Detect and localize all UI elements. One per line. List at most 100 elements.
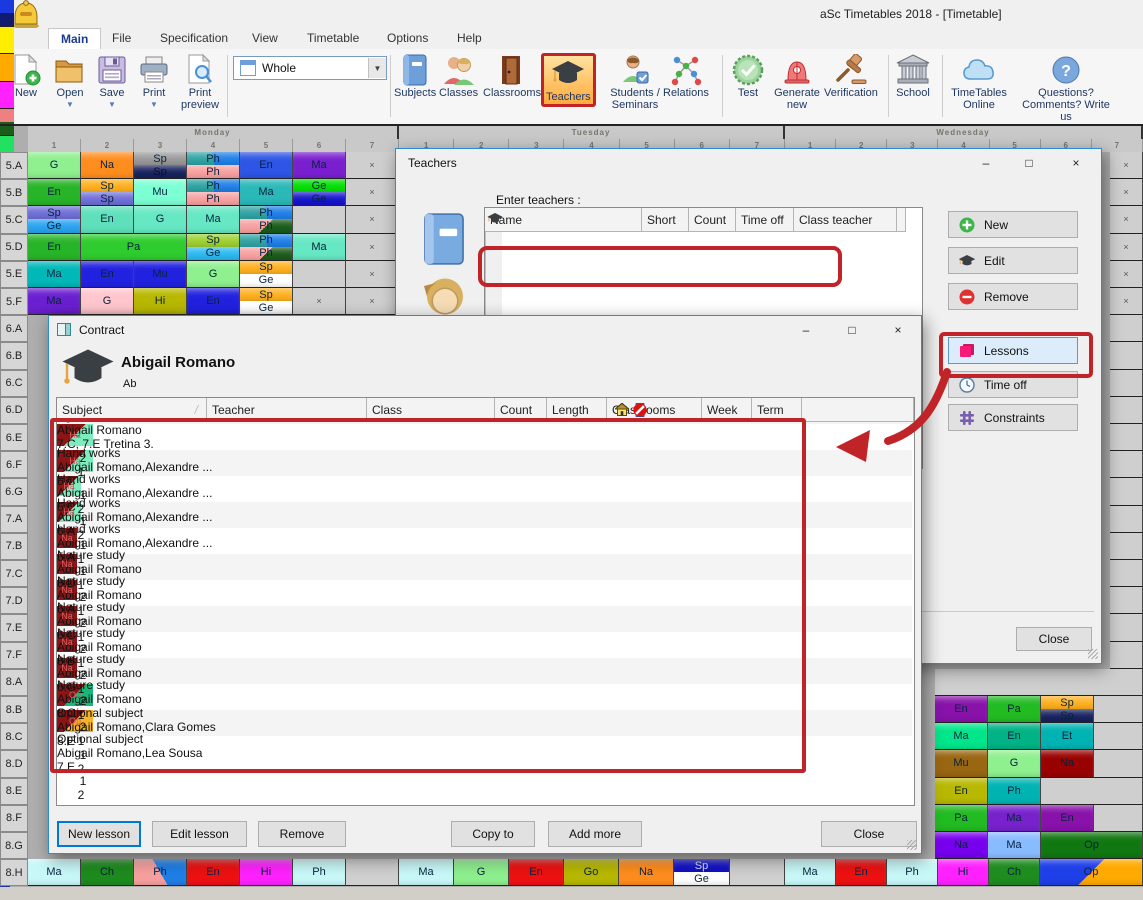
timetable-cell[interactable]: G — [988, 750, 1041, 777]
maximize-button[interactable]: □ — [1014, 153, 1044, 173]
timetable-cell[interactable]: Na — [1041, 750, 1094, 777]
column-header-teacher[interactable]: Teacher — [207, 398, 367, 422]
row-label[interactable]: 8.B — [0, 696, 28, 723]
resize-grip[interactable] — [1088, 649, 1098, 659]
row-label[interactable]: 7.C — [0, 560, 28, 587]
row-label[interactable]: 5.A — [0, 152, 28, 179]
timetable-cell[interactable]: G — [187, 261, 240, 288]
timetable-cell[interactable] — [1094, 723, 1143, 750]
timetable-cell[interactable]: Ma — [240, 179, 293, 206]
timetable-cell[interactable] — [0, 109, 14, 136]
timetable-cell[interactable]: PhPh — [240, 234, 293, 261]
timetable-cell[interactable] — [730, 859, 785, 886]
timetable-cell[interactable]: En — [935, 696, 988, 723]
column-header-class[interactable]: Class — [367, 398, 495, 422]
timetable-cell[interactable]: En — [1041, 805, 1094, 832]
row-label[interactable]: 8.C — [0, 723, 28, 750]
timetable-cell[interactable] — [1110, 424, 1143, 451]
timetable-cell[interactable]: Ma — [28, 859, 81, 886]
timetable-cell[interactable]: × — [1110, 179, 1143, 206]
timetable-cell[interactable]: G — [134, 206, 187, 233]
timetable-cell[interactable]: Ma — [399, 859, 454, 886]
timetable-cell[interactable]: En — [187, 859, 240, 886]
timetable-cell[interactable]: En — [28, 179, 81, 206]
row-label[interactable]: 8.F — [0, 805, 28, 832]
timetable-cell[interactable]: En — [28, 234, 81, 261]
timetable-cell[interactable]: Hi — [938, 859, 989, 886]
timetable-cell[interactable]: Et — [1041, 723, 1094, 750]
timetable-cell[interactable]: Na — [619, 859, 674, 886]
contract-close-button[interactable]: Close — [821, 821, 917, 847]
timetable-cell[interactable]: Ma — [988, 805, 1041, 832]
timetable-cell[interactable]: Hi — [240, 859, 293, 886]
timetable-cell[interactable]: Ma — [28, 261, 81, 288]
timetable-cell[interactable]: SpGe — [28, 206, 81, 233]
timetable-cell[interactable]: PhPh — [187, 179, 240, 206]
timetable-cell[interactable]: SpGe — [240, 288, 293, 315]
row-label[interactable]: 8.A — [0, 669, 28, 696]
timetable-cell[interactable] — [1110, 315, 1143, 342]
timetable-cell[interactable]: SpGe — [240, 261, 293, 288]
copy-to-button[interactable]: Copy to — [451, 821, 535, 847]
timetable-cell[interactable]: Ch — [81, 859, 134, 886]
column-header-time-off[interactable]: Time off — [736, 208, 794, 232]
row-label[interactable]: 6.B — [0, 342, 28, 369]
timetable-cell[interactable]: Ph — [887, 859, 938, 886]
timetable-cell[interactable]: × — [293, 288, 346, 315]
timetable-cell[interactable] — [1110, 506, 1143, 533]
constraints-button[interactable]: Constraints — [948, 404, 1078, 431]
timetable-cell[interactable]: × — [346, 234, 399, 261]
timetable-cell[interactable] — [1110, 614, 1143, 641]
timetable-cell[interactable] — [346, 859, 399, 886]
timetable-cell[interactable]: × — [346, 261, 399, 288]
row-label[interactable]: 8.G — [0, 832, 28, 859]
timetable-cell[interactable] — [1094, 805, 1143, 832]
add-more-button[interactable]: Add more — [548, 821, 642, 847]
timetable-cell[interactable]: PhPh — [240, 206, 293, 233]
timetable-cell[interactable]: Op — [1041, 832, 1143, 859]
column-header-subject[interactable]: Subject/ — [57, 398, 207, 422]
timetable-cell[interactable]: × — [346, 288, 399, 315]
timetable-cell[interactable] — [1110, 478, 1143, 505]
lesson-row[interactable]: OpOptional subjectAbigail Romano,Clara G… — [57, 684, 912, 710]
teachers-dialog-titlebar[interactable]: Teachers – □ × — [396, 149, 1101, 177]
timetable-cell[interactable] — [1110, 587, 1143, 614]
timetable-cell[interactable]: En — [187, 288, 240, 315]
lesson-row[interactable]: HaHand worksAbigail Romano,Alexandre ...… — [57, 424, 912, 450]
timetable-cell[interactable]: En — [509, 859, 564, 886]
timetable-cell[interactable]: SpSp — [134, 152, 187, 179]
timetable-cell[interactable] — [0, 27, 14, 54]
timetable-cell[interactable]: Na — [81, 152, 134, 179]
timetable-cell[interactable] — [1110, 397, 1143, 424]
timetable-cell[interactable] — [293, 261, 346, 288]
resize-grip[interactable] — [907, 840, 917, 850]
timetable-cell[interactable] — [1110, 342, 1143, 369]
column-header-short[interactable]: Short — [642, 208, 689, 232]
timetable-cell[interactable]: Mu — [134, 179, 187, 206]
timetable-cell[interactable] — [935, 669, 1143, 696]
timetable-cell[interactable]: × — [1110, 288, 1143, 315]
row-label[interactable]: 5.C — [0, 206, 28, 233]
row-label[interactable]: 5.E — [0, 261, 28, 288]
timetable-cell[interactable]: Mu — [935, 750, 988, 777]
timetable-cell[interactable]: × — [1110, 152, 1143, 179]
lessons-button[interactable]: Lessons — [948, 337, 1078, 364]
timetable-cell[interactable]: En — [81, 261, 134, 288]
column-header-week[interactable]: Week — [702, 398, 752, 422]
column-header-count[interactable]: Count — [689, 208, 736, 232]
timetable-cell[interactable] — [1110, 533, 1143, 560]
timetable-cell[interactable] — [0, 0, 14, 27]
timetable-cell[interactable] — [1094, 696, 1143, 723]
lesson-row[interactable]: NaNature studyAbigail Romano6.C21 — [57, 580, 912, 606]
minimize-button[interactable]: – — [971, 153, 1001, 173]
timetable-cell[interactable]: Na — [935, 832, 988, 859]
timetable-cell[interactable]: En — [836, 859, 887, 886]
timetable-cell[interactable]: SpGe — [674, 859, 730, 886]
column-header-name[interactable]: Name — [485, 208, 642, 232]
timetable-cell[interactable]: Ph — [134, 859, 187, 886]
timetable-cell[interactable]: × — [346, 206, 399, 233]
timetable-cell[interactable]: Ma — [293, 234, 346, 261]
timetable-cell[interactable] — [1110, 451, 1143, 478]
row-label[interactable]: 7.F — [0, 642, 28, 669]
row-label[interactable]: 6.E — [0, 424, 28, 451]
